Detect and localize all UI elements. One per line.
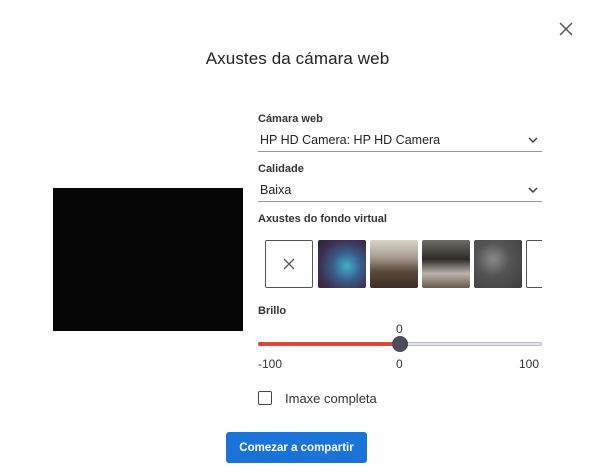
start-sharing-button[interactable]: Comezar a compartir — [226, 432, 367, 463]
chevron-down-icon — [528, 137, 538, 143]
fullscreen-label: Imaxe completa — [285, 391, 377, 406]
quality-select-value: Baixa — [260, 183, 292, 197]
bg-option-blur[interactable] — [318, 240, 366, 288]
bg-option-room-1[interactable] — [370, 240, 418, 288]
brightness-slider[interactable] — [258, 336, 542, 352]
camera-label: Cámara web — [258, 113, 323, 125]
camera-select[interactable]: HP HD Camera: HP HD Camera — [258, 131, 542, 152]
virtual-background-options — [258, 236, 542, 294]
close-icon — [559, 22, 573, 36]
brightness-current-value: 0 — [396, 322, 403, 336]
camera-select-value: HP HD Camera: HP HD Camera — [260, 133, 441, 147]
brightness-max-label: 100 — [519, 357, 540, 371]
quality-select[interactable]: Baixa — [258, 181, 542, 202]
bg-option-texture[interactable] — [474, 240, 522, 288]
brightness-min-label: -100 — [258, 357, 283, 371]
brightness-mid-label: 0 — [396, 357, 403, 371]
slider-fill — [258, 342, 400, 346]
camera-preview — [53, 188, 243, 331]
dialog-title: Axustes da cámara web — [205, 49, 390, 68]
bg-option-none[interactable] — [265, 240, 313, 288]
virtual-background-label: Axustes do fondo virtual — [258, 213, 387, 225]
fullscreen-checkbox[interactable] — [258, 391, 272, 405]
quality-label: Calidade — [258, 163, 304, 175]
slider-handle[interactable] — [392, 336, 408, 352]
close-button[interactable] — [556, 19, 576, 39]
chevron-down-icon — [528, 187, 538, 193]
close-icon — [283, 258, 295, 270]
brightness-label: Brillo — [258, 305, 287, 317]
bg-option-partial[interactable] — [526, 240, 542, 288]
bg-option-room-2[interactable] — [422, 240, 470, 288]
